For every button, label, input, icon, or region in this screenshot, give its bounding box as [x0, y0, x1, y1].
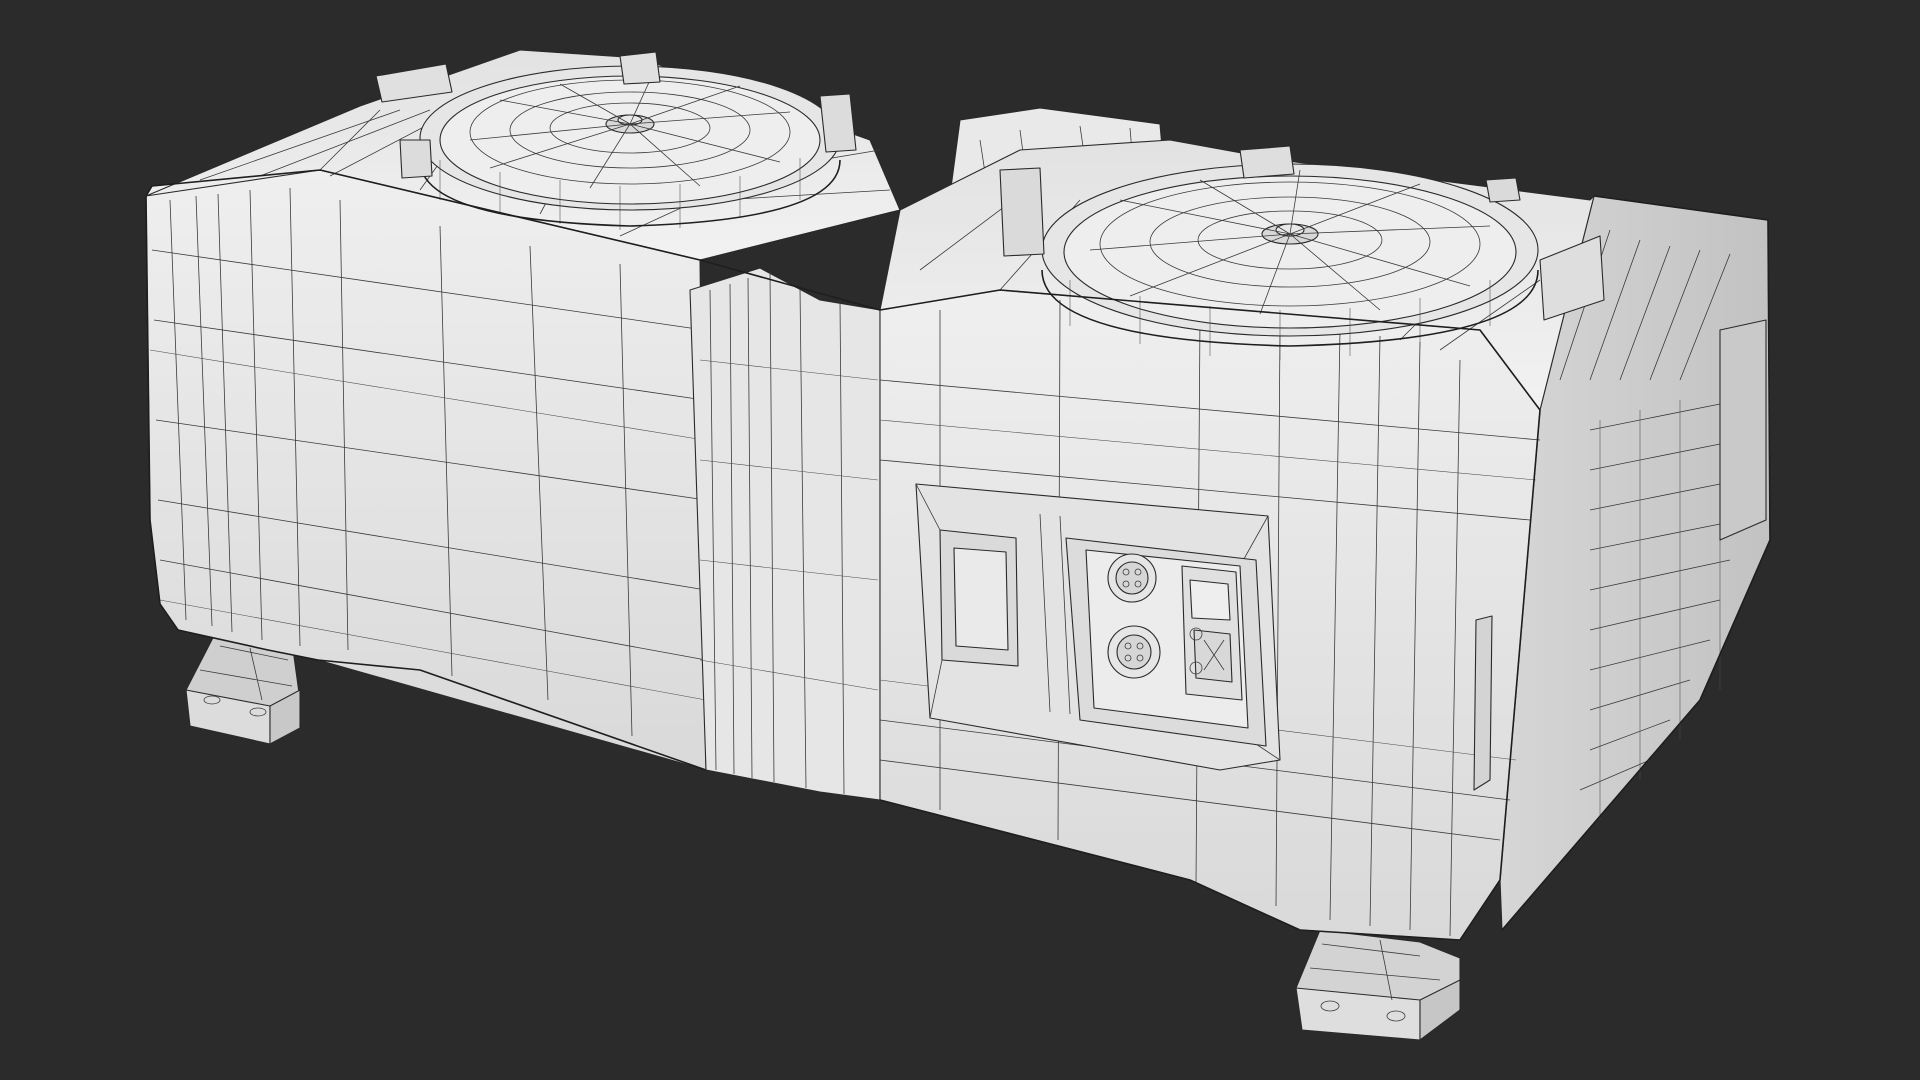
- 3d-viewport[interactable]: [0, 0, 1920, 1080]
- wireframe-model: [145, 49, 1771, 1041]
- round-connector-top: [1107, 553, 1157, 603]
- round-connector-bottom: [1107, 625, 1161, 679]
- foot-right: [1295, 929, 1461, 1041]
- side-slot: [1473, 615, 1493, 791]
- switch-block: [1181, 565, 1243, 701]
